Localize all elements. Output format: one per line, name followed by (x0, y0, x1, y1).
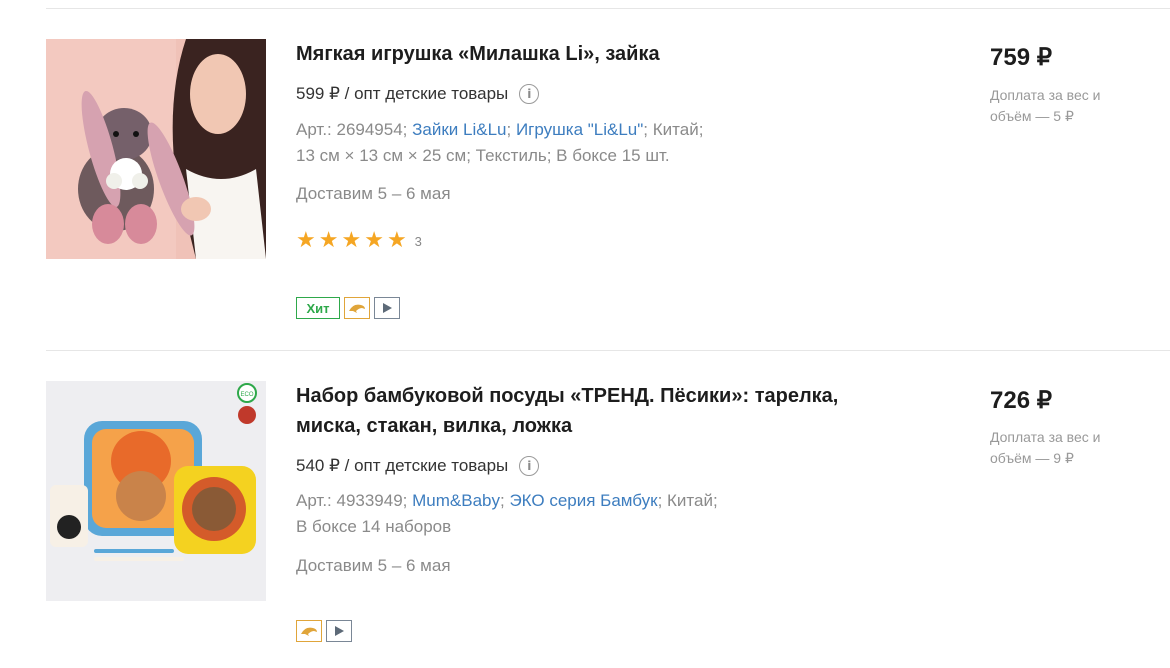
dimensions-text: 13 см × 13 см × 25 см; Текстиль; В боксе… (296, 146, 670, 165)
info-icon[interactable]: i (519, 456, 540, 476)
star-icon: ★ (318, 228, 339, 253)
price: 726 ₽ (990, 387, 1052, 414)
star-icon: ★ (296, 228, 316, 253)
bunny-toy-photo (46, 39, 266, 259)
star-icon: ★ (364, 228, 384, 253)
product-divider (46, 350, 1170, 351)
bamboo-dishes-photo: ECO (46, 381, 266, 601)
eco-label: ECO (240, 392, 253, 398)
price: 759 ₽ (990, 44, 1052, 71)
info-icon[interactable]: i (519, 84, 540, 104)
delivery-info: Доставим 5 – 6 мая (296, 556, 451, 575)
product-title[interactable]: Мягкая игрушка «Милашка Li», зайка (296, 39, 896, 69)
article-text: Арт.: 4933949; (296, 491, 413, 510)
delivery-info: Доставим 5 – 6 мая (296, 184, 451, 203)
star-icon: ★ (386, 228, 407, 253)
wholesale-price-text: 599 ₽ / опт детские товары (296, 84, 509, 103)
article-text: Арт.: 2694954; (296, 120, 413, 139)
product-image[interactable]: ECO (46, 381, 266, 601)
badges: Хит (296, 297, 400, 319)
dolphin-icon (296, 620, 322, 642)
series-link[interactable]: ЭКО серия Бамбук (509, 491, 657, 510)
product-image[interactable] (46, 39, 266, 259)
brand-link[interactable]: Игрушка "Li&Lu" (516, 120, 643, 139)
play-icon (374, 297, 400, 319)
box-quantity-text: В боксе 14 наборов (296, 517, 452, 536)
country-text: ; Китай; (657, 491, 718, 510)
brand-link[interactable]: Mum&Baby (412, 491, 500, 510)
meta-separator: ; (506, 120, 516, 139)
badges (296, 620, 352, 642)
dolphin-icon (344, 297, 370, 319)
product-meta: Арт.: 2694954; Зайки Li&Lu; Игрушка "Li&… (296, 117, 766, 169)
category-link[interactable]: Зайки Li&Lu (412, 120, 506, 139)
rating-count: 3 (414, 233, 422, 249)
wholesale-price: 540 ₽ / опт детские товары i (296, 455, 540, 477)
rating[interactable]: ★ ★ ★ ★ ★ 3 (296, 230, 422, 252)
play-icon (326, 620, 352, 642)
product-title[interactable]: Набор бамбуковой посуды «ТРЕНД. Пёсики»:… (296, 381, 856, 441)
wholesale-price: 599 ₽ / опт детские товары i (296, 83, 540, 105)
hit-badge: Хит (296, 297, 340, 319)
top-divider (46, 8, 1170, 9)
wholesale-price-text: 540 ₽ / опт детские товары (296, 456, 509, 475)
surcharge-note: Доплата за вес и объём — 9 ₽ (990, 429, 1101, 466)
surcharge-note: Доплата за вес и объём — 5 ₽ (990, 87, 1101, 124)
star-icon: ★ (341, 228, 362, 253)
product-meta: Арт.: 4933949; Mum&Baby; ЭКО серия Бамбу… (296, 488, 766, 540)
country-text: ; Китай; (643, 120, 704, 139)
